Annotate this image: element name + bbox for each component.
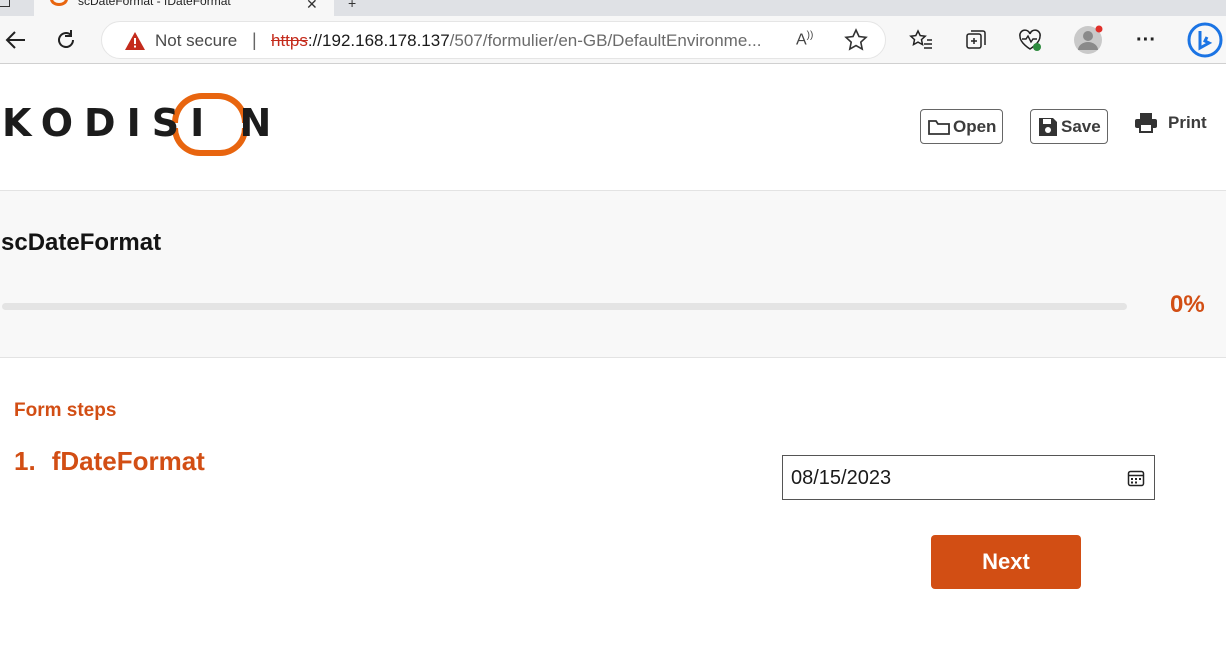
profile-avatar-icon[interactable] (1072, 24, 1104, 56)
browser-tabstrip: scDateFormat - fDateFormat ✕ + (0, 0, 1226, 16)
form-header-band: scDateFormat 0% (0, 190, 1226, 358)
browser-toolbar: Not secure | https://192.168.178.137/507… (0, 16, 1226, 64)
form-step-number: 1. (14, 446, 36, 476)
address-bar[interactable]: Not secure | https://192.168.178.137/507… (101, 21, 886, 59)
bing-chat-icon[interactable] (1186, 21, 1224, 59)
save-button-label: Save (1061, 116, 1101, 136)
more-menu-icon[interactable]: ··· (1130, 24, 1162, 56)
date-input-value[interactable]: 08/15/2023 (791, 467, 891, 490)
kodision-logo: KODISI N (2, 90, 271, 158)
progress-percentage: 0% (1170, 291, 1205, 318)
next-button[interactable]: Next (931, 535, 1081, 589)
progress-bar (2, 303, 1127, 310)
refresh-icon[interactable] (50, 24, 82, 56)
print-button[interactable]: Print (1134, 112, 1207, 134)
printer-icon (1135, 113, 1157, 133)
folder-icon (928, 119, 950, 135)
address-separator: | (252, 30, 257, 50)
new-tab-icon[interactable]: + (348, 0, 356, 11)
tab-title[interactable]: scDateFormat - fDateFormat (78, 0, 231, 8)
read-aloud-icon[interactable]: A)) (796, 30, 813, 49)
browser-essentials-icon[interactable] (1014, 24, 1046, 56)
favorite-star-icon[interactable] (844, 28, 868, 57)
open-button[interactable]: Open (920, 109, 1004, 144)
floppy-disk-icon (1039, 117, 1057, 136)
date-input[interactable]: 08/15/2023 (782, 455, 1155, 500)
collections-icon[interactable] (960, 24, 992, 56)
warning-icon[interactable] (124, 31, 146, 56)
url-host: ://192.168.178.137 (307, 31, 450, 50)
form-step-item[interactable]: 1. fDateFormat (14, 446, 205, 477)
logo-text: KODISI N (2, 101, 283, 145)
form-step-label: fDateFormat (51, 446, 205, 476)
form-steps-heading: Form steps (14, 400, 117, 421)
url-path: /507/formulier/en-GB/DefaultEnvironme... (449, 31, 762, 50)
tab-close-icon[interactable]: ✕ (306, 0, 318, 13)
open-button-label: Open (953, 116, 997, 136)
favorites-icon[interactable] (905, 24, 937, 56)
back-icon[interactable] (0, 24, 32, 56)
form-title: scDateFormat (1, 229, 162, 256)
tab-actions-icon[interactable] (0, 0, 10, 7)
calendar-icon[interactable] (1127, 469, 1145, 492)
not-secure-label[interactable]: Not secure (155, 31, 237, 51)
save-button[interactable]: Save (1030, 109, 1108, 144)
url-scheme: https (271, 31, 308, 50)
url-text[interactable]: https://192.168.178.137/507/formulier/en… (271, 31, 791, 51)
print-button-label: Print (1168, 113, 1207, 132)
